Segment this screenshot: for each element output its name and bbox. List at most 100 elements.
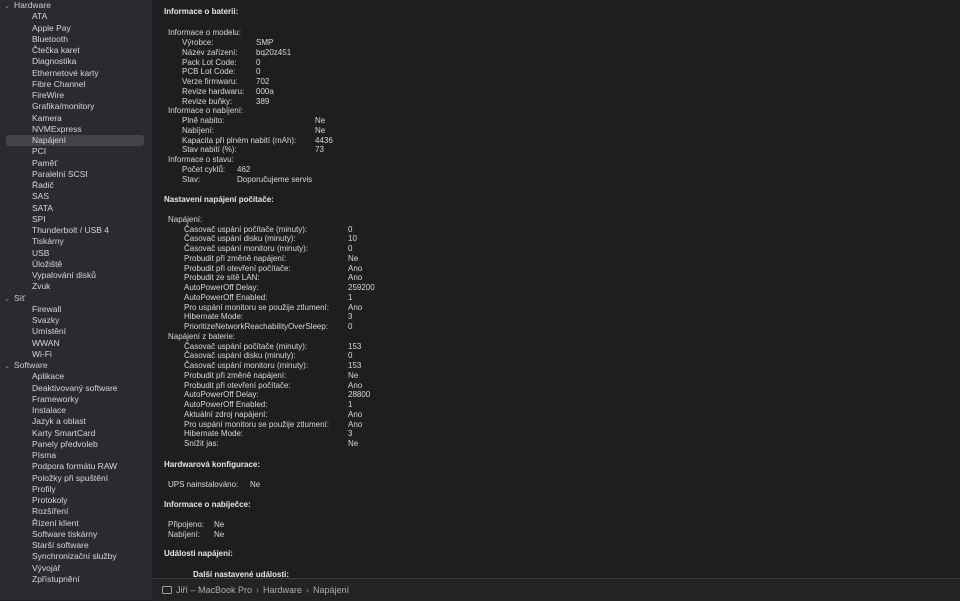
info-label: UPS nainstalováno: bbox=[168, 480, 239, 489]
sidebar-item[interactable]: Grafika/monitory bbox=[6, 101, 144, 112]
info-value: 0 bbox=[256, 67, 261, 77]
info-label: Stav nabití (%): bbox=[182, 145, 237, 155]
info-value: Ano bbox=[348, 302, 363, 312]
sidebar-item[interactable]: Napájení bbox=[6, 135, 144, 146]
info-value: 1 bbox=[348, 292, 353, 302]
sidebar-group-2[interactable]: ⌄ Software bbox=[0, 360, 48, 371]
info-value: 0 bbox=[348, 351, 353, 361]
sidebar-item[interactable]: Řízení klient bbox=[6, 518, 144, 529]
info-label: Pack Lot Code: bbox=[182, 57, 237, 67]
sidebar-item[interactable]: SPI bbox=[6, 214, 144, 225]
sidebar-item[interactable]: Firewall bbox=[6, 304, 144, 315]
sidebar-item[interactable]: Wi-Fi bbox=[6, 349, 144, 360]
info-label: Časovač uspání monitoru (minuty): bbox=[184, 361, 309, 370]
sidebar-item[interactable]: Diagnostika bbox=[6, 56, 144, 67]
subsection-header: Napájení z baterie: bbox=[168, 331, 236, 341]
sidebar-item[interactable]: Karty SmartCard bbox=[6, 428, 144, 439]
sidebar-item[interactable]: Ethernetové karty bbox=[6, 68, 144, 79]
info-label: Časovač uspání disku (minuty): bbox=[184, 351, 296, 361]
sidebar-item[interactable]: Deaktivovaný software bbox=[6, 383, 144, 394]
subsection-header: Napájení: bbox=[168, 215, 203, 224]
chevron-right-icon: › bbox=[256, 585, 260, 595]
sidebar-item[interactable]: Svazky bbox=[6, 315, 144, 326]
info-value: Ano bbox=[348, 419, 363, 429]
sidebar-item[interactable]: NVMExpress bbox=[6, 124, 144, 135]
sidebar-item[interactable]: Paralelní SCSI bbox=[6, 169, 144, 180]
sidebar-item[interactable]: Zpřístupnění bbox=[6, 574, 144, 585]
sidebar-item[interactable]: Úložiště bbox=[6, 259, 144, 270]
sidebar-item[interactable]: Thunderbolt / USB 4 bbox=[6, 225, 144, 236]
info-label: Časovač uspání počítače (minuty): bbox=[184, 341, 308, 351]
sidebar-item[interactable]: Profily bbox=[6, 484, 144, 495]
sidebar-item[interactable]: Umístění bbox=[6, 326, 144, 337]
sidebar-item[interactable]: Vývojář bbox=[6, 563, 144, 574]
sidebar-item[interactable]: Čtečka karet bbox=[6, 45, 144, 56]
sidebar-group-label: Software bbox=[14, 360, 48, 370]
section-title: Hardwarová konfigurace: bbox=[164, 460, 261, 469]
sidebar-group-1[interactable]: ⌄ Síť bbox=[0, 293, 25, 304]
subsection-header: Další nastavené události: bbox=[193, 570, 290, 578]
info-label: Časovač uspání disku (minuty): bbox=[184, 234, 296, 244]
sidebar-item[interactable]: FireWire bbox=[6, 90, 144, 101]
sidebar-item[interactable]: Frameworky bbox=[6, 394, 144, 405]
sidebar-item[interactable]: PCI bbox=[6, 146, 144, 157]
info-value: Ne bbox=[250, 480, 261, 489]
sidebar-item[interactable]: SATA bbox=[6, 203, 144, 214]
info-value: Ano bbox=[348, 409, 363, 419]
sidebar-item[interactable]: Synchronizační služby bbox=[6, 551, 144, 562]
sidebar-item[interactable]: SAS bbox=[6, 191, 144, 202]
sidebar-item[interactable]: Aplikace bbox=[6, 371, 144, 382]
info-label: Stav: bbox=[182, 174, 201, 184]
sidebar-item[interactable]: Panely předvoleb bbox=[6, 439, 144, 450]
sidebar-item[interactable]: Tiskárny bbox=[6, 236, 144, 247]
info-label: Probudit při změně napájení: bbox=[184, 253, 287, 263]
info-label: Časovač uspání počítače (minuty): bbox=[184, 224, 308, 234]
sidebar-item[interactable]: Paměť bbox=[6, 158, 144, 169]
info-label: Probudit ze sítě LAN: bbox=[184, 273, 260, 283]
sidebar-item[interactable]: Rozšíření bbox=[6, 506, 144, 517]
section-title: Informace o baterii: bbox=[164, 7, 239, 16]
info-label: Aktuální zdroj napájení: bbox=[184, 409, 268, 419]
info-value: 4436 bbox=[315, 135, 333, 145]
sidebar-item[interactable]: Položky při spuštění bbox=[6, 473, 144, 484]
sidebar-item[interactable]: Bluetooth bbox=[6, 34, 144, 45]
info-label: PCB Lot Code: bbox=[182, 67, 236, 77]
sidebar-group-0[interactable]: ⌄ Hardware bbox=[0, 0, 51, 11]
info-value: 3 bbox=[348, 312, 353, 322]
sidebar-item[interactable]: Kamera bbox=[6, 113, 144, 124]
sidebar-item[interactable]: Písma bbox=[6, 450, 144, 461]
sidebar-item[interactable]: USB bbox=[6, 248, 144, 259]
info-value: 153 bbox=[348, 341, 362, 351]
sidebar-item[interactable]: Podpora formátu RAW bbox=[6, 461, 144, 472]
info-value: 0 bbox=[348, 322, 353, 331]
info-value: Ne bbox=[214, 520, 225, 529]
sidebar-item[interactable]: Zvuk bbox=[6, 281, 144, 292]
section-title: Nastavení napájení počítače: bbox=[164, 195, 274, 204]
section-title: Informace o nabíječce: bbox=[164, 500, 251, 509]
sidebar-item[interactable]: Vypalování disků bbox=[6, 270, 144, 281]
info-value: 389 bbox=[256, 96, 270, 106]
breadcrumb-hardware[interactable]: Hardware bbox=[263, 585, 302, 595]
info-label: AutoPowerOff Delay: bbox=[184, 283, 259, 292]
sidebar-item[interactable]: Instalace bbox=[6, 405, 144, 416]
info-label: Název zařízení: bbox=[182, 47, 238, 57]
sidebar-item[interactable]: Starší software bbox=[6, 540, 144, 551]
sidebar-item[interactable]: WWAN bbox=[6, 338, 144, 349]
sidebar-item[interactable]: Fibre Channel bbox=[6, 79, 144, 90]
sidebar-item[interactable]: Jazyk a oblast bbox=[6, 416, 144, 427]
sidebar-item[interactable]: ATA bbox=[6, 11, 144, 22]
info-label: Probudit při otevření počítače: bbox=[184, 263, 291, 273]
info-value: 462 bbox=[237, 164, 251, 174]
info-value: bq20z451 bbox=[256, 47, 292, 57]
sidebar-item[interactable]: Řadič bbox=[6, 180, 144, 191]
breadcrumb-computer[interactable]: Jiří – MacBook Pro bbox=[176, 585, 252, 595]
subsection-header: Informace o stavu: bbox=[168, 155, 234, 164]
info-label: Probudit při změně napájení: bbox=[184, 370, 287, 380]
info-label: Snížit jas: bbox=[184, 439, 219, 448]
breadcrumb-napajeni[interactable]: Napájení bbox=[313, 585, 349, 595]
sidebar-item[interactable]: Protokoly bbox=[6, 495, 144, 506]
info-value: 73 bbox=[315, 145, 324, 155]
sidebar-item[interactable]: Software tiskárny bbox=[6, 529, 144, 540]
sidebar-item[interactable]: Apple Pay bbox=[6, 23, 144, 34]
info-value: 10 bbox=[348, 234, 357, 244]
